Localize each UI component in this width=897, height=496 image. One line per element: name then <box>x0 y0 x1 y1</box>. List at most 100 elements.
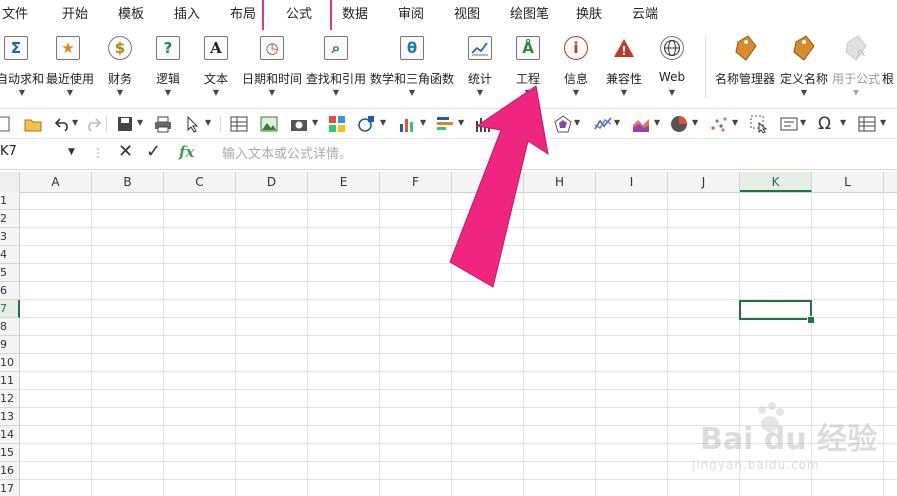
hbar-chart-icon[interactable] <box>436 115 454 133</box>
row-header-10[interactable]: 10 <box>0 354 20 372</box>
fill-handle[interactable] <box>807 316 815 324</box>
print-icon[interactable] <box>154 115 172 133</box>
fx-icon[interactable]: fx <box>179 143 194 161</box>
menu-data[interactable]: 数据 <box>342 0 368 30</box>
undo-icon[interactable] <box>54 115 72 133</box>
chevron-down-icon[interactable]: ▼ <box>840 118 846 127</box>
cancel-icon[interactable]: ✕ <box>118 141 133 162</box>
compatibility-button[interactable]: ! 兼容性 ▼ <box>602 34 646 102</box>
row-header-3[interactable]: 3 <box>0 228 20 246</box>
row-header-4[interactable]: 4 <box>0 246 20 264</box>
color-grid-icon[interactable] <box>328 115 346 133</box>
open-folder-icon[interactable] <box>24 115 42 133</box>
column-header-g[interactable]: G <box>452 172 524 192</box>
row-header-14[interactable]: 14 <box>0 426 20 444</box>
chevron-down-icon[interactable]: ▼ <box>68 139 75 167</box>
row-header-2[interactable]: 2 <box>0 210 20 228</box>
active-cell-k7[interactable] <box>739 300 812 320</box>
camera-icon[interactable] <box>290 115 308 133</box>
row-header-5[interactable]: 5 <box>0 264 20 282</box>
table-icon[interactable] <box>230 115 248 133</box>
column-header-a[interactable]: A <box>20 172 92 192</box>
chevron-down-icon[interactable]: ▼ <box>880 118 886 127</box>
datetime-button[interactable]: ◷ 日期和时间 ▼ <box>240 34 304 102</box>
line-chart-icon[interactable] <box>594 115 612 133</box>
use-in-formula-button[interactable]: fx 用于公式 ▼ <box>830 34 882 102</box>
finance-button[interactable]: $ 财务 ▼ <box>100 34 140 102</box>
select-range-icon[interactable] <box>750 115 768 133</box>
image-icon[interactable] <box>260 115 278 133</box>
math-trig-button[interactable]: θ 数学和三角函数 ▼ <box>368 34 456 102</box>
row-header-13[interactable]: 13 <box>0 408 20 426</box>
chevron-down-icon[interactable]: ▼ <box>137 118 143 127</box>
formula-input[interactable]: 输入文本或公式详情。 <box>222 143 352 162</box>
column-chart-icon[interactable] <box>474 115 492 133</box>
chevron-down-icon[interactable]: ▼ <box>380 118 386 127</box>
root-button[interactable]: 根 <box>882 34 897 102</box>
menu-formula[interactable]: 公式 <box>286 0 312 30</box>
row-header-12[interactable]: 12 <box>0 390 20 408</box>
column-header-k[interactable]: K <box>740 172 812 192</box>
row-header-9[interactable]: 9 <box>0 336 20 354</box>
row-header-15[interactable]: 15 <box>0 444 20 462</box>
row-header-17[interactable]: 17 <box>0 480 20 496</box>
column-header-f[interactable]: F <box>380 172 452 192</box>
chevron-down-icon[interactable]: ▼ <box>654 118 660 127</box>
menu-view[interactable]: 视图 <box>454 0 480 30</box>
column-header-l[interactable]: L <box>812 172 884 192</box>
area-chart-icon[interactable] <box>632 115 650 133</box>
define-name-button[interactable]: 定义名称 ▼ <box>778 34 830 102</box>
menu-review[interactable]: 审阅 <box>398 0 424 30</box>
save-icon[interactable] <box>116 115 134 133</box>
recent-button[interactable]: ★ 最近使用 ▼ <box>44 34 96 102</box>
column-header-i[interactable]: I <box>596 172 668 192</box>
chevron-down-icon[interactable]: ▼ <box>692 118 698 127</box>
chevron-down-icon[interactable]: ▼ <box>205 118 211 127</box>
chevron-down-icon[interactable]: ▼ <box>574 118 580 127</box>
row-header-11[interactable]: 11 <box>0 372 20 390</box>
omega-symbol-icon[interactable]: Ω <box>818 115 836 133</box>
info-button[interactable]: i 信息 ▼ <box>556 34 596 102</box>
name-manager-button[interactable]: 名称管理器 <box>712 34 778 102</box>
chevron-down-icon[interactable]: ▼ <box>312 118 318 127</box>
row-header-16[interactable]: 16 <box>0 462 20 480</box>
row-header-7[interactable]: 7 <box>0 300 20 318</box>
row-header-1[interactable]: 1 <box>0 192 20 210</box>
chevron-down-icon[interactable]: ▼ <box>72 118 78 127</box>
confirm-icon[interactable]: ✓ <box>146 141 161 162</box>
column-header-c[interactable]: C <box>164 172 236 192</box>
chevron-down-icon[interactable]: ▼ <box>614 118 620 127</box>
menu-cloud[interactable]: 云端 <box>632 0 658 30</box>
redo-icon[interactable] <box>84 115 102 133</box>
menu-template[interactable]: 模板 <box>118 0 144 30</box>
logic-button[interactable]: ? 逻辑 ▼ <box>148 34 188 102</box>
bar-chart-icon[interactable] <box>398 115 416 133</box>
shapes-icon[interactable] <box>358 115 376 133</box>
radar-chart-icon[interactable] <box>554 115 572 133</box>
chevron-down-icon[interactable]: ▼ <box>732 118 738 127</box>
form-grid-icon[interactable] <box>858 115 876 133</box>
web-button[interactable]: Web ▼ <box>652 34 692 102</box>
menu-draw-pen[interactable]: 绘图笔 <box>510 0 549 30</box>
lookup-button[interactable]: ⌕ 查找和引用 ▼ <box>304 34 368 102</box>
column-header-d[interactable]: D <box>236 172 308 192</box>
menu-insert[interactable]: 插入 <box>174 0 200 30</box>
menu-layout[interactable]: 布局 <box>230 0 256 30</box>
column-header-b[interactable]: B <box>92 172 164 192</box>
chevron-down-icon[interactable]: ▼ <box>496 118 502 127</box>
textbox-icon[interactable] <box>780 115 798 133</box>
column-header-h[interactable]: H <box>524 172 596 192</box>
statistics-button[interactable]: 统计 ▼ <box>460 34 500 102</box>
column-header-e[interactable]: E <box>308 172 380 192</box>
engineering-button[interactable]: Å 工程 ▼ <box>508 34 548 102</box>
menu-skin[interactable]: 换肤 <box>576 0 602 30</box>
row-header-8[interactable]: 8 <box>0 318 20 336</box>
menu-file[interactable]: 文件 <box>2 0 28 30</box>
row-header-6[interactable]: 6 <box>0 282 20 300</box>
pie-chart-icon[interactable] <box>670 115 688 133</box>
chevron-down-icon[interactable]: ▼ <box>800 118 806 127</box>
new-file-icon[interactable] <box>0 115 12 133</box>
chevron-down-icon[interactable]: ▼ <box>420 118 426 127</box>
menu-home[interactable]: 开始 <box>62 0 88 30</box>
text-button[interactable]: A 文本 ▼ <box>196 34 236 102</box>
